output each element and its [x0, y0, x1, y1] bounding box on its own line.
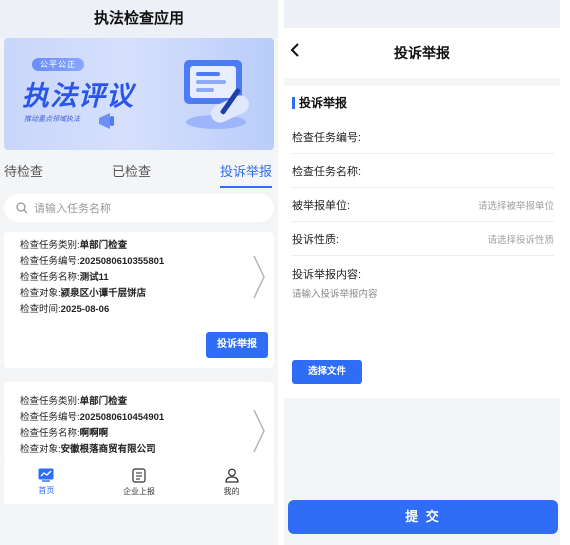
search-input[interactable]: 请输入任务名称 [4, 194, 274, 222]
nav-bar: 投诉举报 [284, 28, 560, 78]
page-title: 投诉举报 [394, 45, 450, 61]
field-label: 投诉性质: [292, 233, 340, 246]
tab-complaints[interactable]: 投诉举报 [219, 161, 272, 188]
megaphone-icon [99, 113, 114, 129]
task-row-category: 检查任务类别:单部门检查 [20, 396, 128, 407]
bottom-nav: 首页 企业上报 我的 [4, 460, 274, 504]
complaint-report-button[interactable]: 投诉举报 [206, 332, 268, 358]
complaint-content-field[interactable]: 投诉举报内容: 请输入投诉举报内容 选择文件 [292, 256, 554, 384]
nav-mine[interactable]: 我的 [224, 468, 240, 497]
task-row-number: 检查任务编号:2025080610454901 [20, 412, 165, 423]
promo-banner[interactable]: 公平公正 执法评议 推动重点领域执法 [4, 38, 274, 150]
chevron-right-icon[interactable] [252, 408, 266, 454]
banner-subtitle: 推动重点领域执法 [24, 116, 80, 123]
chevron-left-icon[interactable] [290, 42, 300, 58]
complaint-form: 投诉举报 检查任务编号: 检查任务名称: 被举报单位: 请选择被举报单位 投诉性… [284, 86, 560, 398]
task-list-screen: 执法检查应用 公平公正 执法评议 推动重点领域执法 待检查 已检查 投诉举报 请… [0, 0, 278, 545]
task-card[interactable]: 检查任务类别:单部门检查 检查任务编号:2025080610355801 检查任… [4, 232, 274, 368]
complaint-form-screen: 投诉举报 投诉举报 检查任务编号: 检查任务名称: 被举报单位: 请选择被举报单… [284, 0, 560, 545]
choose-file-button[interactable]: 选择文件 [292, 360, 362, 384]
task-card[interactable]: 检查任务类别:单部门检查 检查任务编号:2025080610454901 检查任… [4, 382, 274, 460]
chevron-right-icon[interactable] [252, 254, 266, 300]
task-row-target: 检查对象:安徽根落商贸有限公司 [20, 444, 156, 455]
nav-company-report[interactable]: 企业上报 [123, 467, 155, 497]
section-header: 投诉举报 [292, 86, 554, 120]
tab-pending[interactable]: 待检查 [4, 161, 43, 188]
task-row-number: 检查任务编号:2025080610355801 [20, 256, 165, 267]
section-title: 投诉举报 [299, 96, 348, 110]
submit-button[interactable]: 提 交 [288, 500, 558, 534]
chart-icon [38, 468, 54, 482]
banner-title: 执法评议 [22, 81, 134, 111]
task-row-category: 检查任务类别:单部门检查 [20, 240, 128, 251]
task-row-name: 检查任务名称:啊啊啊 [20, 428, 109, 439]
tab-checked[interactable]: 已检查 [112, 161, 151, 188]
content-label: 投诉举报内容: [292, 269, 362, 281]
content-textarea[interactable]: 请输入投诉举报内容 [292, 286, 554, 300]
field-task-name[interactable]: 检查任务名称: [292, 154, 554, 188]
field-label: 被举报单位: [292, 199, 351, 212]
screenshot-root: 执法检查应用 公平公正 执法评议 推动重点领域执法 待检查 已检查 投诉举报 请… [0, 0, 570, 545]
banner-pill: 公平公正 [32, 58, 84, 71]
field-placeholder: 请选择被举报单位 [477, 200, 554, 212]
task-row-target: 检查对象:颍泉区小谭千层饼店 [20, 288, 147, 299]
search-placeholder: 请输入任务名称 [34, 203, 111, 215]
field-label: 检查任务编号: [292, 131, 362, 144]
document-icon [132, 467, 146, 483]
document-illustration-icon [184, 60, 249, 129]
search-icon [16, 202, 28, 214]
task-card-details: 检查任务类别:单部门检查 检查任务编号:2025080610355801 检查任… [20, 238, 164, 318]
task-card-details: 检查任务类别:单部门检查 检查任务编号:2025080610454901 检查任… [20, 394, 164, 458]
field-label: 检查任务名称: [292, 165, 362, 178]
section-accent-bar [292, 97, 295, 109]
task-row-name: 检查任务名称:测试11 [20, 272, 109, 283]
field-complaint-nature-select[interactable]: 投诉性质: 请选择投诉性质 [292, 222, 554, 256]
status-tabs: 待检查 已检查 投诉举报 [0, 150, 278, 188]
nav-home[interactable]: 首页 [38, 468, 54, 496]
status-strip [284, 0, 560, 28]
field-task-number[interactable]: 检查任务编号: [292, 120, 554, 154]
task-row-time: 检查时间:2025-08-06 [20, 304, 110, 315]
field-placeholder: 请选择投诉性质 [487, 234, 554, 246]
app-title: 执法检查应用 [0, 0, 278, 38]
user-icon [225, 468, 239, 483]
field-reported-unit-select[interactable]: 被举报单位: 请选择被举报单位 [292, 188, 554, 222]
